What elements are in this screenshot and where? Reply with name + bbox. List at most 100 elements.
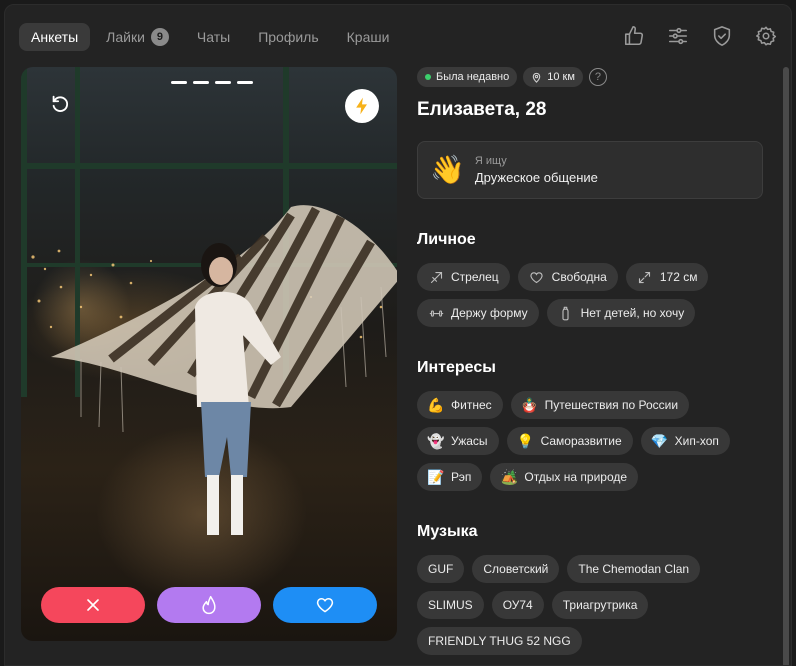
- personal-section-title: Личное: [417, 231, 476, 248]
- looking-for-card: 👋 Я ищу Дружеское общение: [417, 141, 763, 199]
- chip-artist: The Chemodan Clan: [567, 555, 701, 583]
- baby-bottle-icon: [558, 305, 574, 321]
- distance-badge: 10 км: [523, 67, 583, 87]
- chip-artist: Триагрутрика: [551, 591, 649, 619]
- chip-label: 172 см: [659, 270, 698, 284]
- tab-label: Краши: [346, 29, 390, 45]
- chip-label: Путешествия по России: [544, 398, 679, 412]
- like-button[interactable]: [273, 587, 377, 623]
- help-icon[interactable]: ?: [588, 68, 607, 86]
- arrow-diagonal-icon: [428, 269, 444, 285]
- chip-label: Отдых на природе: [524, 470, 628, 484]
- heart-icon: [316, 597, 334, 613]
- chip-label: Рэп: [451, 470, 472, 484]
- chip-height: 172 см: [625, 263, 709, 291]
- tab-label: Профиль: [258, 29, 319, 45]
- tab-chats[interactable]: Чаты: [185, 23, 242, 51]
- chip-label: Хип-хоп: [674, 434, 719, 448]
- chip-interest: 🪆 Путешествия по России: [510, 391, 690, 419]
- app-window: Анкеты Лайки 9 Чаты Профиль Краши Была н…: [4, 4, 792, 666]
- chip-label: Саморазвитие: [540, 434, 622, 448]
- person: [195, 243, 281, 535]
- chip-label: Стрелец: [451, 270, 499, 284]
- profile-photo[interactable]: [21, 67, 397, 641]
- chip-artist: FRIENDLY THUG 52 NGG: [417, 627, 582, 655]
- tab-ankety[interactable]: Анкеты: [19, 23, 91, 51]
- dislike-button[interactable]: [41, 587, 145, 623]
- chip-artist: ОУ74: [491, 591, 544, 619]
- chip-artist: Словетский: [472, 555, 560, 583]
- expand-icon: [637, 269, 653, 285]
- heart-outline-icon: [529, 269, 545, 285]
- chip-fitness: Держу форму: [417, 299, 539, 327]
- undo-button[interactable]: [43, 87, 77, 121]
- superlike-button[interactable]: [157, 587, 261, 623]
- scrollbar-thumb[interactable]: [783, 67, 789, 665]
- online-status-text: Была недавно: [436, 71, 510, 83]
- nesting-doll-icon: 🪆: [520, 396, 539, 413]
- light-bulb-icon: 💡: [516, 432, 535, 449]
- chip-label: Ужасы: [451, 434, 488, 448]
- profile-name: Елизавета, 28: [417, 99, 547, 120]
- shield-check-icon[interactable]: [711, 25, 733, 47]
- chip-interest: 💡 Саморазвитие: [506, 427, 633, 455]
- progress-segment: [193, 81, 209, 84]
- status-row: Была недавно 10 км ?: [417, 67, 765, 87]
- close-icon: [87, 599, 99, 611]
- gear-icon[interactable]: [755, 25, 777, 47]
- tab-label: Лайки: [106, 29, 145, 45]
- tab-crushes[interactable]: Краши: [335, 23, 402, 51]
- chip-interest: 🏕️ Отдых на природе: [490, 463, 639, 491]
- location-pin-icon: [532, 72, 541, 83]
- online-status-badge: Была недавно: [417, 67, 518, 87]
- chip-artist: SLIMUS: [417, 591, 484, 619]
- chip-label: Фитнес: [451, 398, 492, 412]
- interests-section-title: Интересы: [417, 359, 496, 376]
- tab-label: Анкеты: [31, 29, 79, 45]
- ghost-icon: 👻: [427, 432, 445, 449]
- chip-label: Держу форму: [451, 306, 528, 320]
- chip-interest: 👻 Ужасы: [417, 427, 499, 455]
- likes-count-badge: 9: [150, 28, 169, 46]
- distance-text: 10 км: [547, 71, 575, 83]
- chip-label: Свободна: [551, 270, 607, 284]
- thumbs-up-icon[interactable]: [623, 25, 645, 47]
- progress-segment: [171, 81, 187, 84]
- personal-chips: Стрелец Свободна 172 см Держу форму Нет …: [417, 263, 765, 327]
- swipe-actions: [41, 587, 377, 623]
- looking-for-value: Дружеское общение: [474, 170, 598, 185]
- chip-interest: 💎 Хип-хоп: [640, 427, 730, 455]
- chip-zodiac: Стрелец: [417, 263, 510, 291]
- chip-artist: GUF: [417, 555, 465, 583]
- progress-segment: [237, 81, 253, 84]
- scrollbar[interactable]: [783, 67, 789, 665]
- dumbbell-icon: [428, 305, 444, 321]
- chip-children: Нет детей, но хочу: [546, 299, 696, 327]
- memo-icon: 📝: [427, 468, 445, 485]
- lightning-icon: [356, 97, 367, 115]
- chip-interest: 📝 Рэп: [417, 463, 483, 491]
- flame-icon: [202, 595, 216, 615]
- tab-likes[interactable]: Лайки 9: [94, 23, 181, 51]
- music-chips: GUF Словетский The Chemodan Clan SLIMUS …: [417, 555, 765, 655]
- top-tabs: Анкеты Лайки 9 Чаты Профиль Краши: [19, 23, 401, 51]
- progress-segment: [215, 81, 231, 84]
- chip-relationship: Свободна: [517, 263, 618, 291]
- camping-icon: 🏕️: [500, 468, 519, 485]
- chip-interest: 💪 Фитнес: [417, 391, 503, 419]
- photo-progress: [171, 81, 253, 84]
- chip-label: Нет детей, но хочу: [580, 306, 685, 320]
- sliders-icon[interactable]: [667, 25, 689, 47]
- music-section-title: Музыка: [417, 523, 478, 540]
- online-dot-icon: [425, 74, 431, 80]
- profile-details: Была недавно 10 км ? Елизавета, 28 👋 Я и…: [417, 67, 765, 655]
- waving-hand-icon: 👋: [430, 154, 465, 185]
- undo-icon: [52, 95, 69, 112]
- tab-profile[interactable]: Профиль: [246, 23, 330, 51]
- looking-for-label: Я ищу: [474, 155, 507, 167]
- interest-chips: 💪 Фитнес 🪆 Путешествия по России 👻 Ужасы 💡 С…: [417, 391, 765, 491]
- top-icons: [623, 25, 777, 47]
- boost-button[interactable]: [345, 89, 379, 123]
- tab-label: Чаты: [196, 29, 231, 45]
- flexed-biceps-icon: 💪: [427, 396, 445, 413]
